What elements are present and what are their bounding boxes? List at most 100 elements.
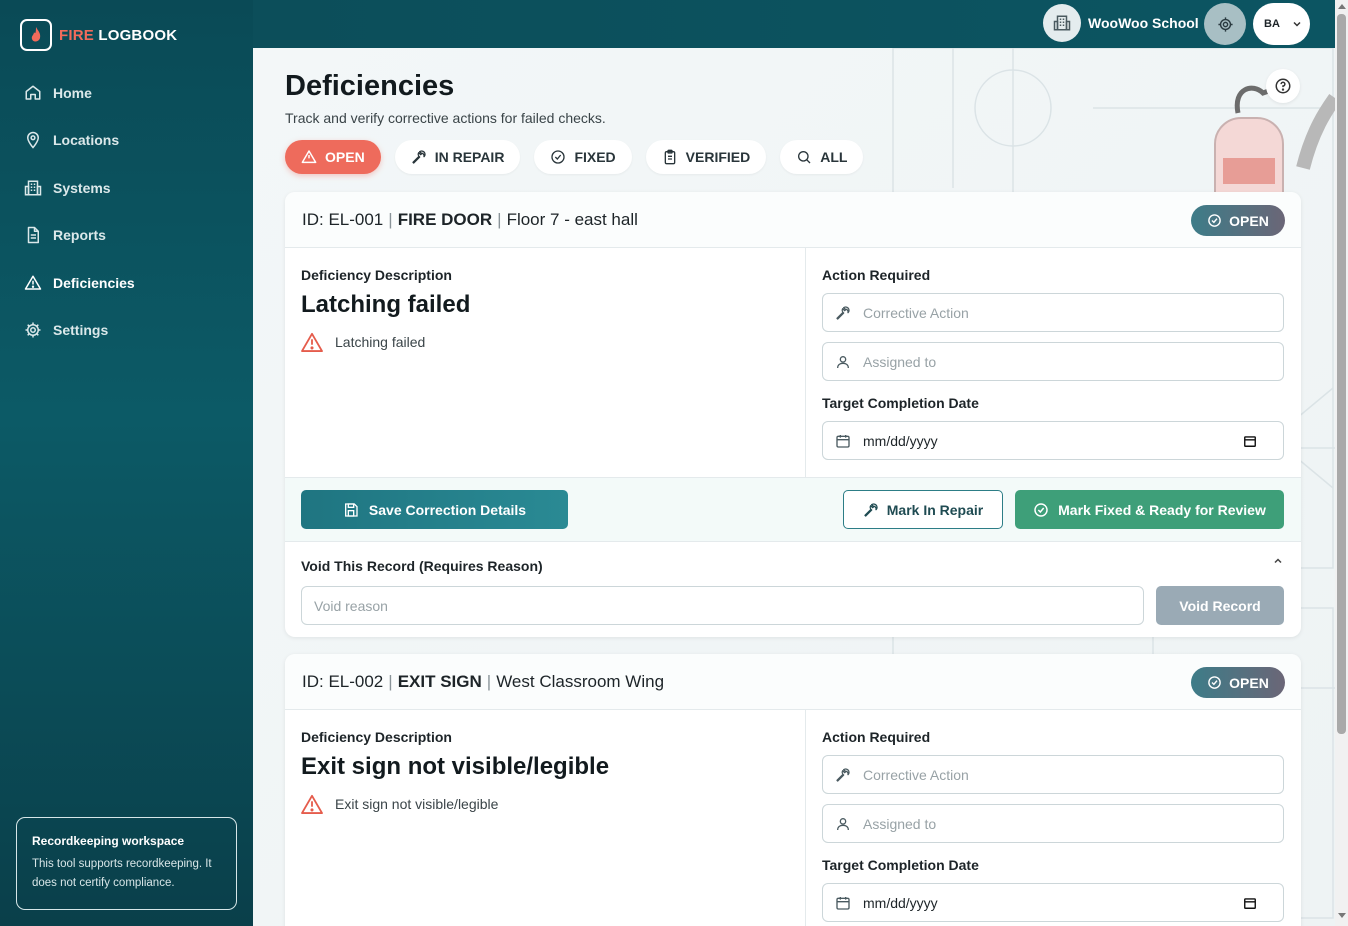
description-label: Deficiency Description xyxy=(301,729,452,745)
chevron-up-icon[interactable] xyxy=(1273,556,1283,566)
assigned-to-input[interactable]: Assigned to xyxy=(822,804,1284,843)
mark-in-repair-button[interactable]: Mark In Repair xyxy=(843,490,1003,529)
recordkeeping-card: Recordkeeping workspace This tool suppor… xyxy=(16,817,237,910)
gear-icon xyxy=(25,322,41,338)
help-button[interactable] xyxy=(1266,69,1300,103)
tab-open[interactable]: OPEN xyxy=(285,140,381,174)
action-column: Action Required Corrective Action Assign… xyxy=(806,248,1300,477)
scrollbar-thumb[interactable] xyxy=(1337,14,1346,734)
tab-label: OPEN xyxy=(325,149,365,165)
deficiency-card: ID: EL-001 | FIRE DOOR | Floor 7 - east hall… xyxy=(285,192,1301,637)
school-selector[interactable]: WooWoo School xyxy=(1043,4,1199,42)
settings-button[interactable] xyxy=(1204,3,1246,45)
status-badge: OPEN xyxy=(1191,205,1285,236)
school-building-icon xyxy=(1043,4,1081,42)
save-icon xyxy=(344,502,358,517)
check-circle-icon xyxy=(1034,502,1048,517)
void-section: Void This Record (Requires Reason) Void … xyxy=(285,541,1301,637)
deficiency-note: Exit sign not visible/legible xyxy=(301,794,789,814)
chevron-down-icon xyxy=(1293,21,1301,27)
description-column: Deficiency Description Exit sign not vis… xyxy=(285,710,806,926)
action-required-label: Action Required xyxy=(822,729,931,745)
deficiency-title: Latching failed xyxy=(301,291,471,318)
tab-fixed[interactable]: FIXED xyxy=(534,140,632,174)
sidebar-item-deficiencies[interactable]: Deficiencies xyxy=(0,259,253,307)
card-body: Deficiency Description Latching failed L… xyxy=(285,248,1301,477)
action-required-label: Action Required xyxy=(822,267,931,283)
calendar-icon xyxy=(836,434,850,448)
sidebar-item-reports[interactable]: Reports xyxy=(0,212,253,260)
wrench-icon xyxy=(836,767,850,782)
mark-fixed-button[interactable]: Mark Fixed & Ready for Review xyxy=(1015,490,1284,529)
deficiency-id: ID: EL-001 xyxy=(302,209,384,229)
help-icon xyxy=(1275,78,1291,94)
card-header: ID: EL-002 | EXIT SIGN | West Classroom Wing xyxy=(285,654,1301,710)
date-picker-icon[interactable] xyxy=(1243,434,1257,448)
recordkeeping-text: This tool supports recordkeeping. It doe… xyxy=(32,858,212,889)
equipment-type: FIRE DOOR xyxy=(397,209,493,229)
check-circle-icon xyxy=(551,150,566,164)
wrench-icon xyxy=(412,150,426,164)
target-date-input[interactable]: mm/dd/yyyy xyxy=(822,883,1284,922)
save-correction-button[interactable]: Save Correction Details xyxy=(301,490,568,529)
sidebar-item-label: Deficiencies xyxy=(53,274,135,291)
deficiency-id: ID: EL-002 xyxy=(302,671,384,691)
date-picker-icon[interactable] xyxy=(1243,896,1257,910)
sidebar: FIRE LOGBOOK Home Locations Systems Repo… xyxy=(0,0,253,926)
target-date-input[interactable]: mm/dd/yyyy xyxy=(822,421,1284,460)
scrollbar[interactable] xyxy=(1335,0,1348,926)
card-actions: Save Correction Details Mark In Repair M… xyxy=(285,477,1301,541)
sidebar-item-settings[interactable]: Settings xyxy=(0,307,253,355)
topbar: WooWoo School BA xyxy=(253,0,1335,48)
wrench-icon xyxy=(836,305,850,320)
user-icon xyxy=(837,355,849,368)
target-date-label: Target Completion Date xyxy=(822,395,979,411)
home-icon xyxy=(25,85,41,100)
deficiency-location: Floor 7 - east hall xyxy=(506,209,638,229)
flame-logo-icon xyxy=(20,19,52,51)
document-icon xyxy=(27,227,39,244)
sidebar-item-home[interactable]: Home xyxy=(0,69,253,117)
corrective-action-input[interactable]: Corrective Action xyxy=(822,755,1284,794)
sidebar-item-label: Locations xyxy=(53,132,120,149)
equipment-type: EXIT SIGN xyxy=(397,671,482,691)
deficiency-card: ID: EL-002 | EXIT SIGN | West Classroom Wing… xyxy=(285,654,1301,926)
sidebar-nav: Home Locations Systems Reports Deficienc… xyxy=(0,69,253,354)
sidebar-item-label: Systems xyxy=(53,179,111,196)
main-content: Deficiencies Track and verify corrective… xyxy=(253,48,1335,926)
deficiency-location: West Classroom Wing xyxy=(496,671,665,691)
scroll-down-arrow[interactable] xyxy=(1338,913,1346,918)
status-filter-tabs: OPEN IN REPAIR FIXED VERIFIED ALL xyxy=(285,140,877,174)
tab-all[interactable]: ALL xyxy=(780,140,864,174)
void-record-button[interactable]: Void Record xyxy=(1156,586,1284,625)
tab-label: ALL xyxy=(820,149,848,165)
tab-in-repair[interactable]: IN REPAIR xyxy=(394,140,521,174)
tab-label: FIXED xyxy=(574,149,616,165)
page-subtitle: Track and verify corrective actions for … xyxy=(285,110,606,126)
user-icon xyxy=(837,817,849,830)
warning-icon xyxy=(24,275,42,290)
status-badge: OPEN xyxy=(1191,667,1285,698)
target-date-label: Target Completion Date xyxy=(822,857,979,873)
void-reason-input[interactable]: Void reason xyxy=(301,586,1144,625)
app-logo[interactable]: FIRE LOGBOOK xyxy=(20,19,177,51)
page-title: Deficiencies xyxy=(285,70,455,102)
user-menu-button[interactable]: BA xyxy=(1253,3,1310,45)
school-name: WooWoo School xyxy=(1088,15,1199,31)
map-pin-icon xyxy=(26,132,40,149)
scroll-up-arrow[interactable] xyxy=(1338,4,1346,9)
sidebar-item-label: Reports xyxy=(53,227,106,244)
sidebar-item-systems[interactable]: Systems xyxy=(0,164,253,212)
tab-verified[interactable]: VERIFIED xyxy=(645,140,767,174)
app-name: FIRE LOGBOOK xyxy=(59,26,178,44)
check-circle-icon xyxy=(1208,214,1221,227)
avatar-initials: BA xyxy=(1264,18,1280,30)
check-circle-icon xyxy=(1208,676,1221,689)
deficiency-note: Latching failed xyxy=(301,332,789,352)
description-column: Deficiency Description Latching failed L… xyxy=(285,248,806,477)
corrective-action-input[interactable]: Corrective Action xyxy=(822,293,1284,332)
sidebar-item-locations[interactable]: Locations xyxy=(0,117,253,165)
warning-icon xyxy=(301,150,317,164)
warning-icon xyxy=(301,794,323,814)
assigned-to-input[interactable]: Assigned to xyxy=(822,342,1284,381)
